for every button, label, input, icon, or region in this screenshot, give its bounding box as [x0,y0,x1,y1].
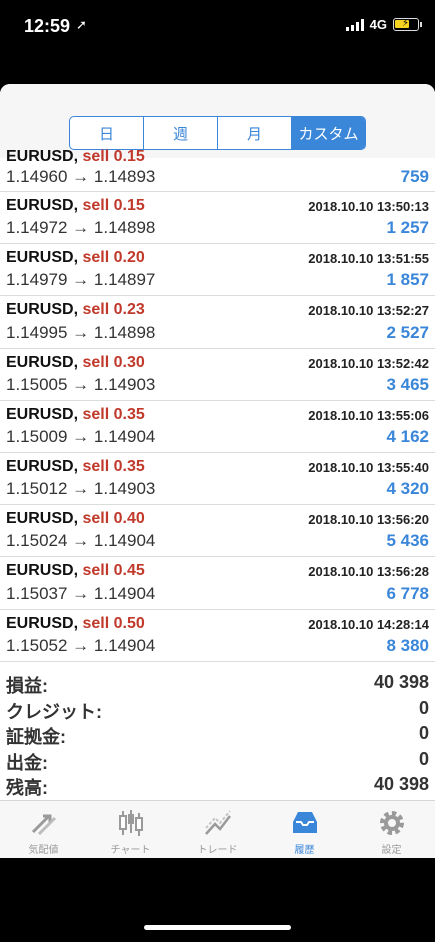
trade-row[interactable]: EURUSD, sell 0.15 1.14960 → 1.14893 759 [0,148,435,192]
trade-chart-icon [201,807,235,839]
trade-side: sell 0.15 [82,197,145,214]
trade-history-list: EURUSD, sell 0.15 1.14960 → 1.14893 759 … [0,148,435,662]
period-selector-bar: 日 週 月 カスタム [0,84,435,158]
trade-row[interactable]: EURUSD, sell 0.45 2018.10.10 13:56:28 1.15… [0,557,435,610]
trade-profit: 4 162 [386,426,429,446]
trade-time: 2018.10.10 14:28:14 [308,616,429,632]
trade-row[interactable]: EURUSD, sell 0.30 2018.10.10 13:52:42 1.15… [0,349,435,401]
account-summary: 損益: 40 398 クレジット: 0 証拠金: 0 出金: 0 残高: 40 … [0,670,435,798]
trade-symbol: EURUSD, sell 0.50 [6,614,145,632]
trade-symbol: EURUSD, sell 0.45 [6,562,145,580]
trade-time: 2018.10.10 13:52:42 [308,355,429,371]
trade-side: sell 0.23 [82,301,145,319]
trade-time: 2018.10.10 13:51:55 [308,251,429,267]
trade-profit: 759 [400,167,429,186]
trade-row[interactable]: EURUSD, sell 0.35 2018.10.10 13:55:06 1.15… [0,401,435,453]
trade-side: sell 0.35 [82,405,145,423]
trade-symbol: EURUSD, sell 0.35 [6,457,145,475]
trade-profit: 1 257 [386,218,429,238]
trade-price: 1.14960 → 1.14893 [6,167,156,186]
status-time: 12:59 [24,16,71,36]
trade-row[interactable]: EURUSD, sell 0.15 2018.10.10 13:50:13 1.14… [0,192,435,245]
trade-price: 1.15052 → 1.14904 [6,635,156,655]
trade-symbol: EURUSD, sell 0.23 [6,301,145,319]
tab-bar: 気配値 チャート トレード 履歴 設定 [0,800,435,858]
trade-time: 2018.10.10 13:56:28 [308,564,429,580]
candlestick-chart-icon [114,807,148,839]
trade-symbol: EURUSD, sell 0.20 [6,249,145,267]
trade-row[interactable]: EURUSD, sell 0.50 2018.10.10 14:28:14 1.15… [0,610,435,662]
trade-profit: 4 320 [386,479,429,499]
trade-time: 2018.10.10 13:50:13 [308,199,429,214]
trade-side: sell 0.50 [82,614,145,632]
gear-icon [375,807,409,839]
segment-month[interactable]: 月 [218,117,292,149]
segment-week[interactable]: 週 [144,117,218,149]
trade-symbol: EURUSD, sell 0.40 [6,510,145,528]
tab-history[interactable]: 履歴 [261,801,348,858]
trade-profit: 5 436 [386,531,429,551]
summary-withdrawal: 出金: 0 [6,748,429,773]
trade-price: 1.15005 → 1.14903 [6,374,156,394]
segment-day[interactable]: 日 [70,117,144,149]
trade-profit: 8 380 [386,635,429,655]
trade-profit: 1 857 [386,270,429,290]
trade-price: 1.14979 → 1.14897 [6,270,156,290]
history-screen: 日 週 月 カスタム EURUSD, sell 0.15 1.14960 → 1… [0,84,435,858]
trade-price: 1.15024 → 1.14904 [6,531,156,551]
trade-price: 1.14972 → 1.14898 [6,218,156,238]
trade-price: 1.15009 → 1.14904 [6,426,156,446]
trade-price: 1.15037 → 1.14904 [6,583,156,603]
trade-profit: 6 778 [386,583,429,603]
trade-profit: 2 527 [386,322,429,342]
trade-time: 2018.10.10 13:56:20 [308,512,429,528]
home-indicator[interactable] [144,925,291,930]
trade-row[interactable]: EURUSD, sell 0.20 2018.10.10 13:51:55 1.14… [0,244,435,297]
trade-side: sell 0.45 [82,562,145,580]
trade-side: sell 0.40 [82,510,145,528]
trade-symbol: EURUSD, sell 0.35 [6,405,145,423]
trade-profit: 3 465 [386,374,429,394]
summary-deposit: 証拠金: 0 [6,723,429,747]
summary-balance: 残高: 40 398 [6,774,429,798]
segment-custom[interactable]: カスタム [292,117,365,149]
trade-side: sell 0.20 [82,249,145,267]
summary-profit: 損益: 40 398 [6,672,429,696]
tab-trade[interactable]: トレード [174,801,261,858]
trade-side: sell 0.30 [82,353,145,371]
trade-symbol: EURUSD, sell 0.30 [6,353,145,371]
trade-symbol: EURUSD, sell 0.15 [6,148,145,165]
trade-symbol: EURUSD, sell 0.15 [6,197,145,214]
tab-chart[interactable]: チャート [87,801,174,858]
network-type: 4G [369,17,387,32]
quotes-arrows-icon [27,807,61,839]
trade-row[interactable]: EURUSD, sell 0.35 2018.10.10 13:55:40 1.15… [0,453,435,506]
trade-time: 2018.10.10 13:52:27 [308,303,429,319]
trade-price: 1.14995 → 1.14898 [6,322,156,342]
status-bar: 12:59 ➚ 4G ⚡ [0,0,435,54]
status-indicators: 4G ⚡ [345,17,422,32]
tab-settings[interactable]: 設定 [348,801,435,858]
trade-price: 1.15012 → 1.14903 [6,479,156,499]
signal-bars-icon [345,18,364,31]
trade-side: sell 0.35 [82,457,145,475]
period-segmented-control: 日 週 月 カスタム [69,116,366,150]
trade-row[interactable]: EURUSD, sell 0.40 2018.10.10 13:56:20 1.15… [0,505,435,558]
trade-time: 2018.10.10 13:55:06 [308,407,429,423]
trade-time: 2018.10.10 13:55:40 [308,459,429,475]
tab-quotes[interactable]: 気配値 [0,801,87,858]
history-inbox-icon [288,807,322,839]
battery-icon: ⚡ [393,18,422,31]
trade-row[interactable]: EURUSD, sell 0.23 2018.10.10 13:52:27 1.14… [0,296,435,349]
summary-credit: クレジット: 0 [6,697,429,722]
location-arrow-icon: ➚ [76,17,87,32]
